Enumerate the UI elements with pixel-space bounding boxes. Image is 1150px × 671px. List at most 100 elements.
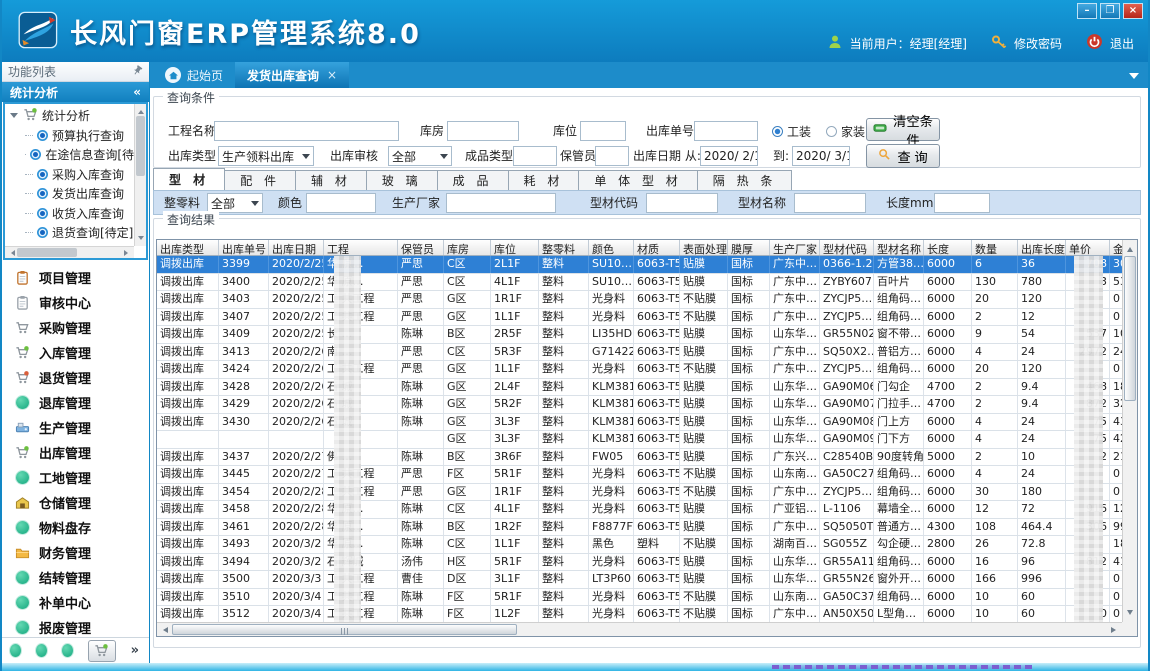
clear-conditions-button[interactable]: 清空条件 (866, 118, 940, 141)
tree-item[interactable]: 在途信息查询[待 (9, 145, 134, 165)
tab-overflow-icon[interactable] (1129, 73, 1139, 84)
outbound-type-select[interactable]: 生产领料出库 (218, 146, 314, 166)
tab-close-icon[interactable]: × (327, 68, 337, 82)
search-button[interactable]: 查 询 (866, 144, 940, 168)
grid-vertical-scrollbar[interactable] (1122, 240, 1137, 622)
length-input[interactable] (934, 193, 990, 213)
close-button[interactable]: × (1123, 3, 1143, 19)
sidebar-module-dot-green[interactable]: 补单中心 (2, 590, 149, 615)
table-row[interactable]: 调拨出库34032020/2/25工 共工程严思G区1R1F整料光身料6063-… (157, 291, 1136, 309)
sidebar-module-dot-green[interactable]: 工地管理 (2, 465, 149, 490)
sidebar-module-dot-green[interactable]: 结转管理 (2, 565, 149, 590)
tab-home[interactable]: 起始页 (153, 62, 235, 88)
sidebar-cart-button[interactable] (88, 640, 115, 662)
material-tab[interactable]: 玻 璃 (366, 170, 438, 190)
table-row[interactable]: 调拨出库34092020/2/25长 …陈琳B区2R5F整料LI35HD6063… (157, 326, 1136, 344)
factory-input[interactable] (446, 193, 556, 213)
tree-expand-icon[interactable] (10, 113, 18, 122)
sidebar-module-machine-blue[interactable]: 生产管理 (2, 415, 149, 440)
profile-code-input[interactable] (646, 193, 718, 213)
material-tab[interactable]: 隔 热 条 (697, 170, 793, 190)
material-tab[interactable]: 耗 材 (508, 170, 580, 190)
sidebar-module-clipboard-orange[interactable]: 项目管理 (2, 265, 149, 290)
dot-icon[interactable] (10, 644, 21, 657)
outbound-audit-select[interactable]: 全部 (388, 146, 452, 166)
table-row[interactable]: 调拨出库34582020/2/28华 原…陈琳C区4L1F整料光身料6063-T… (157, 501, 1136, 519)
collapse-icon[interactable]: « (133, 85, 141, 99)
table-row[interactable]: 调拨出库33992020/2/25华 原…严思C区2L1F整料SU10…6063… (157, 256, 1136, 274)
sidebar-module-cart-green[interactable]: 入库管理 (2, 340, 149, 365)
grid-header-cell[interactable]: 保管员 (398, 240, 444, 255)
table-row[interactable]: 调拨出库34132020/2/26南 …严思C区5R3F整料G714226063… (157, 344, 1136, 362)
sidebar-module-warehouse-yellow[interactable]: 仓储管理 (2, 490, 149, 515)
sidebar-module-clipboard-gray[interactable]: 审核中心 (2, 290, 149, 315)
grid-header-cell[interactable]: 出库长度 (1018, 240, 1066, 255)
jiazhuang-radio[interactable]: 家装 (826, 121, 865, 141)
tree-item[interactable]: 发货出库查询 (9, 184, 134, 204)
grid-header-cell[interactable]: 长度 (924, 240, 972, 255)
material-tab[interactable]: 型 材 (153, 168, 225, 190)
order-no-input[interactable] (694, 121, 758, 141)
sidebar-module-cart-red[interactable]: 退货管理 (2, 365, 149, 390)
grid-header-cell[interactable]: 库房 (444, 240, 491, 255)
date-from-picker[interactable]: 2020/ 2/16 (700, 146, 758, 166)
grid-header-cell[interactable]: 材质 (634, 240, 680, 255)
sidebar-module-cart-gray[interactable]: 采购管理 (2, 315, 149, 340)
grid-header-cell[interactable]: 库位 (491, 240, 539, 255)
table-row[interactable]: 调拨出库34372020/2/27佛 …陈琳B区3R6F整料FW056063-T… (157, 449, 1136, 467)
location-input[interactable] (580, 121, 626, 141)
tree-horizontal-scrollbar[interactable] (5, 246, 134, 258)
grid-header-cell[interactable]: 工程 (324, 240, 398, 255)
tree-item[interactable]: 采购入库查询 (9, 165, 134, 185)
grid-header-cell[interactable]: 表面处理 (680, 240, 728, 255)
table-row[interactable]: 调拨出库35102020/3/4工 共工程陈琳F区5R1F整料光身料6063-T… (157, 589, 1136, 607)
minimize-button[interactable]: – (1077, 3, 1097, 19)
table-row[interactable]: 调拨出库35002020/3/3工 共工程曹佳D区3L1F整料LT3P60606… (157, 571, 1136, 589)
table-row[interactable]: 调拨出库34242020/2/26工 共工程严思G区1L1F整料光身料6063-… (157, 361, 1136, 379)
table-row[interactable]: 调拨出库34302020/2/26石 城陈琳G区3L3F整料KLM3817606… (157, 414, 1136, 432)
sidebar-module-dot-green[interactable]: 报废管理 (2, 615, 149, 637)
tree-root-item[interactable]: 统计分析 (9, 106, 134, 126)
table-row[interactable]: 调拨出库34002020/2/25华 原…严思C区4L1F整料SU10…6063… (157, 274, 1136, 292)
material-tab[interactable]: 辅 材 (295, 170, 367, 190)
table-row[interactable]: 调拨出库34452020/2/27工 共工程严思F区5R1F整料光身料6063-… (157, 466, 1136, 484)
table-row[interactable]: 调拨出库34292020/2/26石 城陈琳G区5R2F整料KLM3817606… (157, 396, 1136, 414)
tree-item[interactable]: 预算执行查询 (9, 126, 134, 146)
product-type-input[interactable] (513, 146, 557, 166)
grid-header-cell[interactable]: 整零料 (539, 240, 589, 255)
color-input[interactable] (306, 193, 376, 213)
material-tab[interactable]: 单 体 型 材 (578, 170, 697, 190)
warehouse-input[interactable] (447, 121, 519, 141)
logout-link[interactable]: 退出 (1110, 35, 1134, 52)
table-row[interactable]: G区3L3F整料KLM38176063-T5贴膜国标山东华…GA90M09.门下… (157, 431, 1136, 449)
table-row[interactable]: 调拨出库34932020/3/2华 原…陈琳C区1L1F整料黑色塑料不贴膜国标湖… (157, 536, 1136, 554)
material-tab[interactable]: 配 件 (224, 170, 296, 190)
tab-shipping-outbound-query[interactable]: 发货出库查询 × (235, 62, 349, 88)
grid-header-cell[interactable]: 型材代码 (820, 240, 874, 255)
grid-header-cell[interactable]: 颜色 (589, 240, 634, 255)
grid-header-cell[interactable]: 出库日期 (269, 240, 324, 255)
maximize-button[interactable]: ❐ (1100, 3, 1120, 19)
sidebar-module-cart-green[interactable]: 出库管理 (2, 440, 149, 465)
grid-header-cell[interactable]: 数量 (972, 240, 1018, 255)
grid-header-cell[interactable]: 单价 (1066, 240, 1110, 255)
dot-icon[interactable] (36, 644, 47, 657)
grid-horizontal-scrollbar[interactable] (157, 622, 1122, 636)
material-tab[interactable]: 成 品 (437, 170, 509, 190)
date-to-picker[interactable]: 2020/ 3/16 (792, 146, 850, 166)
grid-header-cell[interactable]: 出库类型 (157, 240, 219, 255)
sidebar-module-folder-yellow[interactable]: 财务管理 (2, 540, 149, 565)
profile-name-input[interactable] (794, 193, 866, 213)
grid-header-cell[interactable]: 型材名称 (874, 240, 924, 255)
gongzhuang-radio[interactable]: 工装 (772, 121, 811, 141)
table-row[interactable]: 调拨出库35122020/3/4工 共工程陈琳F区1L2F整料光身料6063-T… (157, 606, 1136, 624)
sidebar-module-dot-green[interactable]: 物料盘存 (2, 515, 149, 540)
table-row[interactable]: 调拨出库34612020/2/28华 原…陈琳B区1R2F整料F8877FT60… (157, 519, 1136, 537)
grid-header-cell[interactable]: 出库单号 (219, 240, 269, 255)
tree-item[interactable]: 收货入库查询 (9, 204, 134, 224)
table-row[interactable]: 调拨出库34942020/3/2石 辉城汤伟H区5R1F整料光身料6063-T5… (157, 554, 1136, 572)
table-row[interactable]: 调拨出库34072020/2/25工 共工程严思G区1L1F整料光身料6063-… (157, 309, 1136, 327)
grid-header-cell[interactable]: 膜厚 (728, 240, 770, 255)
tree-vertical-scrollbar[interactable] (134, 104, 146, 246)
tree-item[interactable]: 退货查询[待定] (9, 223, 134, 243)
